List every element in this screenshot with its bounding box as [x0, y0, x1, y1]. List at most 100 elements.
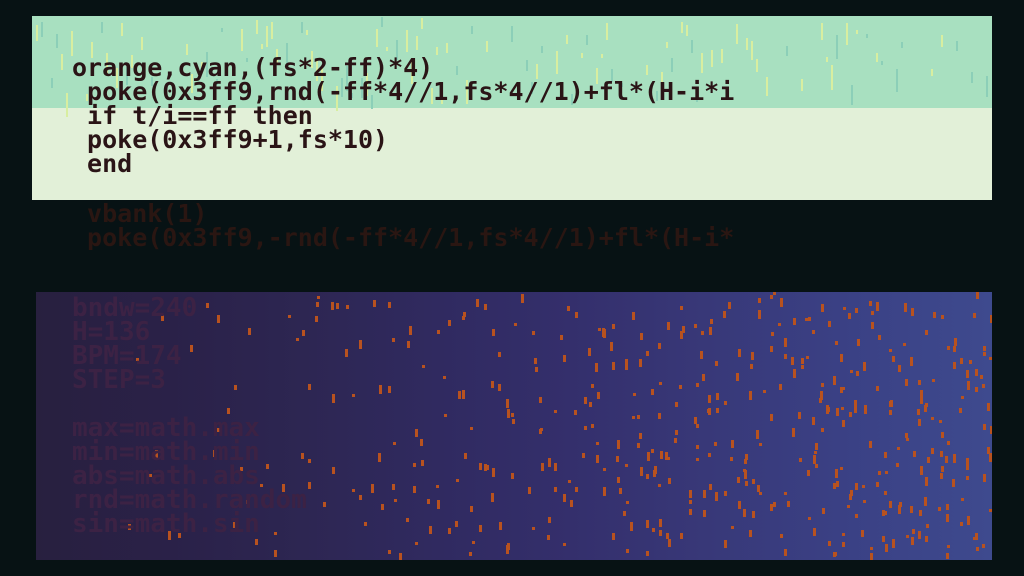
drip-mark — [707, 409, 710, 413]
rain-streak — [101, 22, 103, 33]
drip-mark — [799, 458, 802, 462]
drip-mark — [548, 517, 551, 523]
drip-mark — [836, 481, 839, 487]
drip-mark — [756, 430, 759, 439]
drip-mark — [696, 424, 699, 428]
drip-mark — [953, 346, 956, 352]
drip-mark — [946, 514, 949, 522]
drip-mark — [926, 524, 929, 528]
tic80-demo-screen: orange,cyan,(fs*2-ff)*4) poke(0x3ff9,rnd… — [0, 0, 1024, 576]
rain-streak — [681, 22, 683, 33]
drip-mark — [870, 547, 873, 550]
drip-mark — [479, 463, 482, 470]
drip-mark — [492, 468, 495, 477]
drip-mark — [770, 295, 773, 299]
drip-mark — [749, 391, 752, 400]
drip-mark — [708, 395, 711, 403]
rain-streak — [646, 65, 648, 75]
drip-mark — [812, 330, 815, 334]
drip-mark — [598, 328, 601, 331]
rain-streak — [456, 66, 458, 75]
drip-mark — [925, 477, 928, 486]
rain-streak — [261, 44, 263, 49]
drip-mark — [752, 479, 755, 484]
drip-mark — [591, 424, 594, 428]
drip-mark — [626, 501, 629, 504]
drip-mark — [637, 443, 640, 448]
drip-mark — [731, 440, 734, 448]
drip-mark — [499, 522, 502, 530]
bg-code-line-4: STEP=3 — [72, 365, 166, 395]
drip-mark — [752, 511, 755, 518]
drip-mark — [394, 499, 397, 502]
drip-mark — [890, 400, 893, 407]
drip-mark — [694, 417, 697, 424]
drip-mark — [603, 329, 606, 338]
drip-mark — [793, 318, 796, 325]
drip-mark — [869, 301, 872, 306]
drip-mark — [910, 506, 913, 513]
rain-streak — [901, 42, 903, 48]
drip-mark — [751, 352, 754, 360]
drip-mark — [456, 479, 459, 482]
drip-mark — [336, 303, 339, 309]
drip-mark — [413, 463, 416, 467]
drip-mark — [966, 476, 969, 480]
rain-streak — [686, 25, 688, 36]
drip-mark — [723, 311, 726, 318]
drip-mark — [323, 502, 326, 507]
drip-mark — [862, 485, 865, 488]
drip-mark — [983, 346, 986, 351]
drip-mark — [854, 400, 857, 409]
drip-mark — [331, 302, 334, 310]
drip-mark — [976, 292, 979, 299]
drip-mark — [903, 343, 906, 346]
drip-mark — [953, 454, 956, 463]
drip-mark — [630, 522, 633, 531]
rain-streak — [556, 51, 558, 74]
rain-streak — [821, 23, 823, 40]
drip-mark — [633, 393, 636, 396]
drip-mark — [407, 341, 410, 348]
rain-streak — [931, 69, 933, 76]
drip-mark — [842, 420, 845, 427]
drip-mark — [961, 498, 964, 501]
drip-mark — [575, 312, 578, 318]
drip-mark — [850, 370, 853, 373]
drip-mark — [822, 508, 825, 514]
drip-mark — [680, 533, 683, 539]
drip-mark — [835, 341, 838, 345]
drip-mark — [646, 474, 649, 479]
rain-streak — [51, 78, 53, 88]
bg-code-line-10: sin=math.sin — [72, 509, 260, 539]
drip-mark — [920, 466, 923, 475]
drip-mark — [975, 369, 978, 376]
drip-mark — [835, 469, 838, 478]
drip-mark — [625, 464, 628, 467]
drip-mark — [554, 487, 557, 492]
drip-mark — [820, 391, 823, 400]
drip-mark — [506, 545, 509, 554]
drip-mark — [388, 550, 391, 554]
drip-mark — [234, 385, 237, 390]
drip-mark — [574, 410, 577, 415]
drip-mark — [904, 303, 907, 312]
rain-streak — [826, 57, 828, 62]
drip-mark — [492, 329, 495, 336]
drip-mark — [659, 519, 662, 527]
drip-mark — [640, 333, 643, 340]
drip-mark — [861, 530, 864, 537]
drip-mark — [770, 346, 773, 352]
drip-mark — [967, 381, 970, 390]
drip-mark — [570, 500, 573, 507]
rain-streak — [141, 37, 143, 50]
drip-mark — [889, 410, 892, 415]
drip-mark — [960, 358, 963, 364]
drip-mark — [255, 539, 258, 545]
drip-mark — [469, 552, 472, 556]
drip-mark — [933, 312, 936, 318]
rain-streak — [701, 53, 703, 73]
drip-mark — [947, 441, 950, 445]
drip-mark — [763, 390, 766, 393]
drip-mark — [674, 438, 677, 443]
